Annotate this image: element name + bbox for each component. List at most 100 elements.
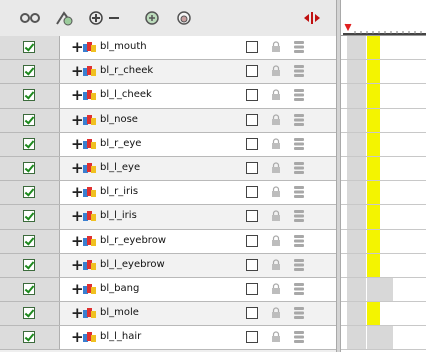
layer-name[interactable]: bl_mole [100, 307, 139, 318]
layer-name[interactable]: bl_l_cheek [100, 89, 152, 100]
lock-icon[interactable] [271, 331, 281, 343]
layer-row[interactable]: + bl_l_cheek [0, 84, 336, 109]
layer-row[interactable]: + bl_r_eye [0, 132, 336, 157]
lock-icon[interactable] [271, 283, 281, 295]
selected-frames[interactable] [367, 132, 380, 156]
expand-plus-icon[interactable]: + [71, 39, 84, 55]
layer-color-swatch[interactable] [246, 210, 258, 223]
expand-plus-icon[interactable]: + [71, 136, 84, 152]
layer-color-swatch[interactable] [246, 89, 258, 102]
timeline-row[interactable] [341, 181, 426, 206]
layer-row[interactable]: + bl_r_cheek [0, 60, 336, 85]
timeline-row[interactable] [341, 132, 426, 157]
timeline-row[interactable] [341, 277, 426, 303]
selected-frames[interactable] [367, 156, 380, 181]
timeline-ruler[interactable] [341, 0, 426, 36]
add-drawing-layer-button[interactable] [18, 8, 42, 28]
layer-stack-icon[interactable] [293, 209, 305, 223]
layer-row[interactable]: + bl_l_hair [0, 326, 336, 351]
selected-frames[interactable] [367, 84, 380, 108]
selected-frames[interactable] [367, 229, 380, 253]
layer-row[interactable]: + bl_l_eyebrow [0, 253, 336, 278]
layer-name[interactable]: bl_bang [100, 283, 139, 294]
timeline-row[interactable] [341, 253, 426, 278]
layer-color-swatch[interactable] [246, 186, 258, 199]
visibility-checkbox[interactable] [23, 41, 35, 53]
selected-frames[interactable] [367, 108, 380, 132]
visibility-checkbox[interactable] [23, 331, 35, 344]
layer-color-swatch[interactable] [246, 282, 258, 295]
lock-icon[interactable] [271, 138, 281, 150]
visibility-checkbox[interactable] [23, 258, 35, 271]
selected-frames[interactable] [367, 302, 380, 326]
layer-color-swatch[interactable] [246, 307, 258, 320]
visibility-checkbox[interactable] [23, 65, 35, 78]
layer-color-swatch[interactable] [246, 161, 258, 174]
layer-row[interactable]: + bl_l_iris [0, 205, 336, 230]
layer-stack-icon[interactable] [293, 113, 305, 127]
layer-name[interactable]: bl_nose [100, 114, 138, 125]
layer-color-swatch[interactable] [246, 137, 258, 150]
layer-name[interactable]: bl_l_eye [100, 162, 140, 173]
layer-name[interactable]: bl_l_eyebrow [100, 259, 165, 270]
lock-icon[interactable] [271, 210, 281, 222]
expand-plus-icon[interactable]: + [71, 160, 84, 176]
layer-row[interactable]: + bl_nose [0, 108, 336, 133]
timeline-row[interactable] [341, 60, 426, 85]
layer-color-swatch[interactable] [246, 234, 258, 247]
layer-stack-icon[interactable] [293, 258, 305, 272]
selected-frames[interactable] [367, 253, 380, 277]
timeline-row[interactable] [341, 36, 426, 61]
layer-color-swatch[interactable] [246, 113, 258, 126]
layer-stack-icon[interactable] [293, 161, 305, 175]
lock-icon[interactable] [271, 162, 281, 174]
lock-icon[interactable] [271, 89, 281, 101]
visibility-checkbox[interactable] [23, 161, 35, 174]
expand-plus-icon[interactable]: + [71, 63, 84, 79]
lock-icon[interactable] [271, 41, 281, 53]
timeline-row[interactable] [341, 156, 426, 182]
visibility-checkbox[interactable] [23, 186, 35, 199]
expand-plus-icon[interactable]: + [71, 305, 84, 321]
layer-stack-icon[interactable] [293, 64, 305, 78]
layer-name[interactable]: bl_r_eyebrow [100, 235, 166, 246]
expand-plus-icon[interactable]: + [71, 257, 84, 273]
layer-name[interactable]: bl_r_iris [100, 186, 138, 197]
layer-name[interactable]: bl_l_hair [100, 331, 141, 342]
selected-frames[interactable] [367, 36, 380, 60]
timeline-row[interactable] [341, 84, 426, 109]
visibility-checkbox[interactable] [23, 307, 35, 320]
layer-row[interactable]: + bl_mole [0, 302, 336, 327]
expand-plus-icon[interactable]: + [71, 208, 84, 224]
layer-stack-icon[interactable] [293, 185, 305, 199]
timeline-row[interactable] [341, 108, 426, 133]
timeline-toggle-button[interactable] [300, 8, 324, 28]
layer-stack-icon[interactable] [293, 40, 305, 54]
show-hide-button[interactable] [175, 8, 193, 28]
layer-color-swatch[interactable] [246, 258, 258, 271]
layer-row[interactable]: + bl_r_iris [0, 181, 336, 206]
expand-plus-icon[interactable]: + [71, 281, 84, 297]
lock-icon[interactable] [271, 65, 281, 77]
selected-frames[interactable] [367, 60, 380, 84]
timeline-row[interactable] [341, 326, 426, 351]
visibility-checkbox[interactable] [23, 137, 35, 150]
expand-plus-icon[interactable]: + [71, 233, 84, 249]
layer-stack-icon[interactable] [293, 330, 305, 344]
lock-icon[interactable] [271, 307, 281, 319]
expand-plus-icon[interactable]: + [71, 87, 84, 103]
visibility-checkbox[interactable] [23, 210, 35, 223]
layer-properties-button[interactable] [143, 8, 161, 28]
selected-frames[interactable] [367, 205, 380, 229]
layer-row[interactable]: + bl_r_eyebrow [0, 229, 336, 254]
layer-color-swatch[interactable] [246, 331, 258, 344]
lock-icon[interactable] [271, 259, 281, 271]
visibility-checkbox[interactable] [23, 113, 35, 126]
selected-frames[interactable] [367, 181, 380, 205]
visibility-checkbox[interactable] [23, 234, 35, 247]
timeline-row[interactable] [341, 205, 426, 230]
layer-stack-icon[interactable] [293, 234, 305, 248]
layer-name[interactable]: bl_r_eye [100, 138, 141, 149]
timeline-row[interactable] [341, 302, 426, 327]
layer-stack-icon[interactable] [293, 282, 305, 296]
